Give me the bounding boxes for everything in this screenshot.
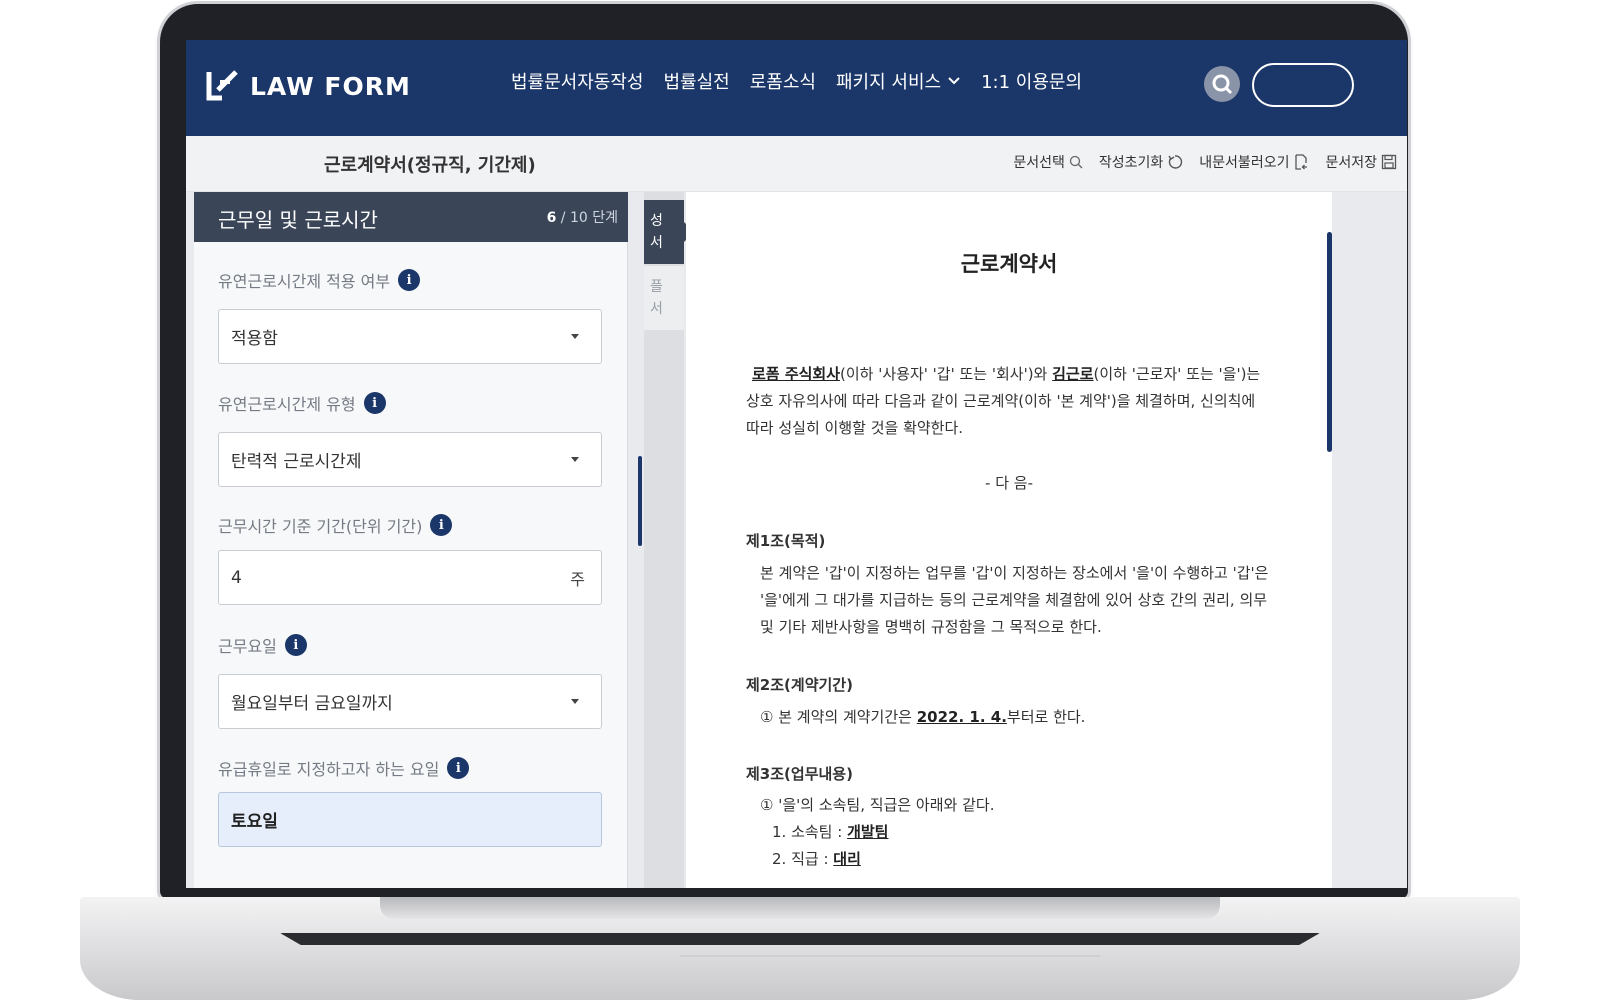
form-scrollbar[interactable] <box>638 456 642 546</box>
screen: LAW FORM 법률문서자동작성 법률실전 로폼소식 패키지 서비스 1:1 … <box>186 40 1407 888</box>
flex-time-type-label: 유연근로시간제 유형 i <box>218 391 386 415</box>
caret-down-icon <box>571 457 579 462</box>
team-name: 개발팀 <box>847 823 889 841</box>
paid-holiday-input[interactable]: 토요일 <box>218 792 602 847</box>
article-3-title: 제3조(업무내용) <box>746 765 853 783</box>
worker-name: 김근로 <box>1052 365 1094 383</box>
nav-item-legal-practice[interactable]: 법률실전 <box>663 68 729 94</box>
toolbar-tools: 문서선택 작성초기화 내문서불러오기 문서저장 <box>1013 152 1397 172</box>
laptop-trackpad-line <box>680 955 1100 957</box>
save-icon <box>1381 154 1397 170</box>
search-icon <box>1212 74 1233 95</box>
nav-item-news[interactable]: 로폼소식 <box>750 68 816 94</box>
article-1-line-2: '을'에게 그 대가를 지급하는 등의 근로계약을 체결함에 있어 상호 간의 … <box>760 591 1268 609</box>
tab-write-document[interactable]: 성 서 <box>644 200 684 264</box>
laptop-hinge <box>380 897 1220 919</box>
laptop-keyboard-edge <box>280 933 1320 945</box>
step-title: 근무일 및 근로시간 <box>218 208 378 232</box>
document-preview: 근로계약서 로폼 주식회사(이하 '사용자' '갑' 또는 '회사')와 김근로… <box>686 192 1332 888</box>
step-header: 근무일 및 근로시간 6 / 10 단계 <box>194 192 628 242</box>
search-button[interactable] <box>1204 66 1240 102</box>
document-heading: 근로계약서 <box>960 252 1058 276</box>
nav-item-package[interactable]: 패키지 서비스 <box>836 68 961 94</box>
paid-holiday-label: 유급휴일로 지정하고자 하는 요일 i <box>218 756 470 780</box>
unit-period-input[interactable]: 4 주 <box>218 550 602 605</box>
load-my-document-button[interactable]: 내문서불러오기 <box>1199 152 1309 172</box>
document-toolbar: 근로계약서(정규직, 기간제) 문서선택 작성초기화 내문서불러오기 문서저장 <box>186 136 1407 192</box>
info-icon[interactable]: i <box>430 514 453 536</box>
intro-line-1: 로폼 주식회사(이하 '사용자' '갑' 또는 '회사')와 김근로(이하 '근… <box>752 365 1261 383</box>
reset-document-button[interactable]: 작성초기화 <box>1099 152 1183 172</box>
article-1-line-1: 본 계약은 '갑'이 지정하는 업무를 '갑'이 지정하는 장소에서 '을'이 … <box>760 564 1269 582</box>
rank-name: 대리 <box>833 850 861 868</box>
tab-template-document[interactable]: 플 서 <box>644 266 684 330</box>
reset-icon <box>1168 155 1183 169</box>
caret-down-icon <box>571 699 579 704</box>
article-1-title: 제1조(목적) <box>746 532 826 550</box>
unit-period-label: 근무시간 기준 기간(단위 기간) i <box>218 513 453 537</box>
flex-time-apply-select[interactable]: 적용함 <box>218 309 602 364</box>
unit-label: 주 <box>570 569 585 589</box>
login-button[interactable] <box>1252 63 1354 107</box>
document-title: 근로계약서(정규직, 기간제) <box>324 155 536 176</box>
article-3-line-1: ① '을'의 소속팀, 직급은 아래와 같다. <box>760 796 995 814</box>
info-icon[interactable]: i <box>363 392 386 414</box>
company-name: 로폼 주식회사 <box>752 365 841 383</box>
article-2-line-1: ① 본 계약의 계약기간은 2022. 1. 4.부터로 한다. <box>760 708 1086 726</box>
caret-down-icon <box>571 334 579 339</box>
article-3-rank: 2. 직급 : 대리 <box>772 850 861 868</box>
intro-line-2: 상호 자유의사에 따라 다음과 같이 근로계약(이하 '본 계약')을 체결하며… <box>746 392 1256 410</box>
document-right-margin <box>1332 192 1407 888</box>
save-document-button[interactable]: 문서저장 <box>1325 152 1397 172</box>
article-1-line-3: 및 기타 제반사항을 명백히 규정함을 그 목적으로 한다. <box>760 618 1102 636</box>
logo[interactable]: LAW FORM <box>206 68 411 104</box>
search-doc-icon <box>1069 155 1083 169</box>
load-doc-icon <box>1295 154 1308 170</box>
next-heading: - 다 음- <box>985 474 1033 492</box>
flex-time-apply-label: 유연근로시간제 적용 여부 i <box>218 268 421 292</box>
logo-mark-icon <box>206 70 238 101</box>
flex-time-type-select[interactable]: 탄력적 근로시간제 <box>218 432 602 487</box>
info-icon[interactable]: i <box>284 634 307 656</box>
logo-text: LAW FORM <box>250 71 411 101</box>
form-panel: 근무일 및 근로시간 6 / 10 단계 유연근로시간제 적용 여부 i 적용함… <box>194 192 628 888</box>
article-2-title: 제2조(계약기간) <box>746 676 853 694</box>
work-days-label: 근무요일 i <box>218 633 307 657</box>
nav-item-auto-docs[interactable]: 법률문서자동작성 <box>511 68 643 94</box>
contract-start-date: 2022. 1. 4. <box>916 708 1007 726</box>
select-document-button[interactable]: 문서선택 <box>1013 152 1083 172</box>
work-days-select[interactable]: 월요일부터 금요일까지 <box>218 674 602 729</box>
article-3-team: 1. 소속팀 : 개발팀 <box>772 823 889 841</box>
chevron-down-icon <box>948 77 960 85</box>
view-tab-strip: 성 서 플 서 <box>644 192 694 888</box>
intro-line-3: 따라 성실히 이행할 것을 확약한다. <box>746 419 964 437</box>
laptop-base <box>80 897 1520 1000</box>
nav-item-inquiry[interactable]: 1:1 이용문의 <box>981 68 1082 94</box>
top-header: LAW FORM 법률문서자동작성 법률실전 로폼소식 패키지 서비스 1:1 … <box>186 40 1407 136</box>
step-counter: 6 / 10 단계 <box>546 210 618 226</box>
main-nav: 법률문서자동작성 법률실전 로폼소식 패키지 서비스 1:1 이용문의 <box>511 68 1082 94</box>
info-icon[interactable]: i <box>447 757 470 779</box>
info-icon[interactable]: i <box>398 269 421 291</box>
document-scrollbar[interactable] <box>1327 232 1332 452</box>
